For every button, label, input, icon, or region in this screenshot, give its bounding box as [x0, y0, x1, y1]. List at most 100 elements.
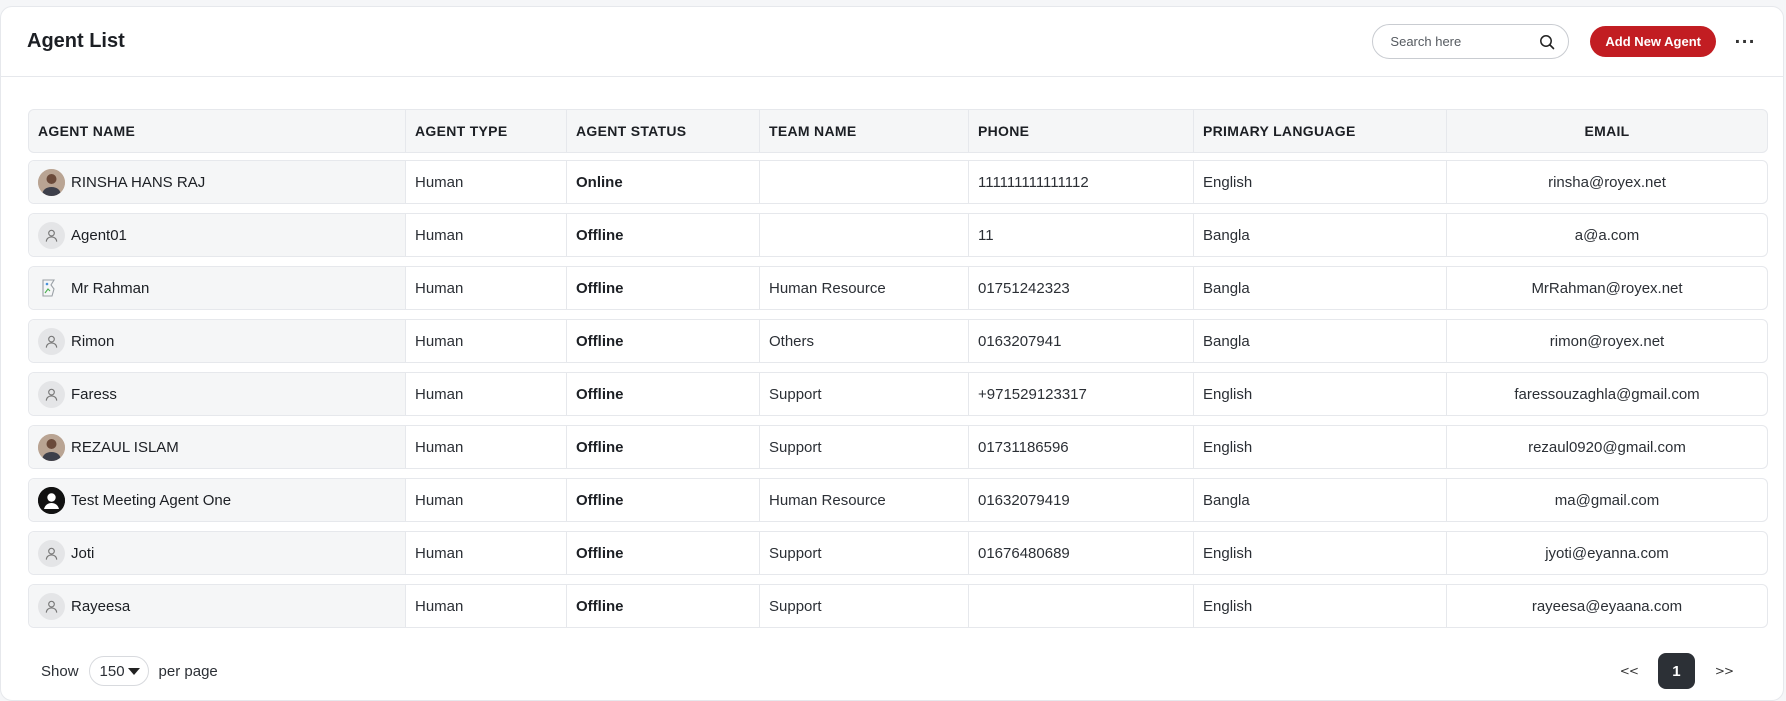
phone-cell: 111111111111112	[968, 161, 1193, 203]
agent-name-cell: REZAUL ISLAM	[29, 426, 405, 468]
agent-type-cell: Human	[405, 320, 566, 362]
avatar	[38, 275, 65, 302]
agent-name-cell: RINSHA HANS RAJ	[29, 161, 405, 203]
table-row[interactable]: Agent01 Human Offline 11 Bangla a@a.com	[28, 213, 1768, 257]
team-name-cell: Others	[759, 320, 968, 362]
agent-name-cell: Mr Rahman	[29, 267, 405, 309]
column-header-agent-name[interactable]: AGENT NAME	[29, 110, 405, 152]
primary-language-cell: Bangla	[1193, 320, 1446, 362]
agent-name[interactable]: Test Meeting Agent One	[71, 492, 231, 509]
agent-status-cell: Offline	[566, 426, 759, 468]
agent-name-cell: Rayeesa	[29, 585, 405, 627]
email-cell: rayeesa@eyaana.com	[1446, 585, 1767, 627]
phone-cell: 01731186596	[968, 426, 1193, 468]
primary-language-cell: English	[1193, 161, 1446, 203]
agent-status-cell: Offline	[566, 479, 759, 521]
team-name-cell: Support	[759, 585, 968, 627]
page-header: Agent List Add New Agent ···	[1, 7, 1783, 77]
agent-type-cell: Human	[405, 161, 566, 203]
agent-type-cell: Human	[405, 426, 566, 468]
agent-type-cell: Human	[405, 479, 566, 521]
per-page-label: per page	[158, 662, 218, 680]
primary-language-cell: English	[1193, 426, 1446, 468]
primary-language-cell: English	[1193, 532, 1446, 574]
agent-name[interactable]: Joti	[71, 545, 94, 562]
team-name-cell: Support	[759, 532, 968, 574]
phone-cell: +971529123317	[968, 373, 1193, 415]
team-name-cell: Human Resource	[759, 267, 968, 309]
avatar	[38, 380, 65, 408]
phone-cell	[968, 585, 1193, 627]
agent-name-cell: Faress	[29, 373, 405, 415]
column-header-phone[interactable]: PHONE	[968, 110, 1193, 152]
agent-type-cell: Human	[405, 532, 566, 574]
agent-type-cell: Human	[405, 267, 566, 309]
search-box[interactable]	[1372, 24, 1570, 59]
agent-name[interactable]: Agent01	[71, 227, 127, 244]
add-new-agent-button[interactable]: Add New Agent	[1590, 26, 1716, 57]
table-row[interactable]: REZAUL ISLAM Human Offline Support 017311865…	[28, 425, 1768, 469]
team-name-cell	[759, 161, 968, 203]
table-row[interactable]: Faress Human Offline Support +971529123317 En…	[28, 372, 1768, 416]
agent-name[interactable]: Faress	[71, 386, 117, 403]
agent-name[interactable]: REZAUL ISLAM	[71, 439, 179, 456]
agent-list-card: Agent List Add New Agent ··· AGENT NAME …	[0, 6, 1784, 701]
agent-name[interactable]: Rimon	[71, 333, 114, 350]
avatar	[38, 539, 65, 567]
pagination: << 1 >>	[1610, 653, 1743, 689]
column-header-primary-language[interactable]: PRIMARY LANGUAGE	[1193, 110, 1446, 152]
search-input[interactable]	[1390, 34, 1539, 49]
table-header-row: AGENT NAME AGENT TYPE AGENT STATUS TEAM …	[28, 109, 1768, 153]
primary-language-cell: Bangla	[1193, 214, 1446, 256]
agent-name-cell: Joti	[29, 532, 405, 574]
table-row[interactable]: Rimon Human Offline Others 0163207941 Bangla r…	[28, 319, 1768, 363]
phone-cell: 01632079419	[968, 479, 1193, 521]
per-page-select[interactable]: 150	[88, 656, 149, 686]
column-header-team-name[interactable]: TEAM NAME	[759, 110, 968, 152]
per-page-value: 150	[99, 662, 125, 680]
team-name-cell: Support	[759, 373, 968, 415]
email-cell: rimon@royex.net	[1446, 320, 1767, 362]
primary-language-cell: English	[1193, 373, 1446, 415]
agent-status-cell: Online	[566, 161, 759, 203]
agent-name[interactable]: Rayeesa	[71, 598, 130, 615]
agent-name[interactable]: Mr Rahman	[71, 280, 149, 297]
avatar	[38, 221, 65, 249]
next-page-button[interactable]: >>	[1705, 664, 1743, 678]
avatar	[38, 168, 65, 196]
table-row[interactable]: Rayeesa Human Offline Support English rayeesa…	[28, 584, 1768, 628]
email-cell: faressouzaghla@gmail.com	[1446, 373, 1767, 415]
email-cell: a@a.com	[1446, 214, 1767, 256]
team-name-cell: Human Resource	[759, 479, 968, 521]
phone-cell: 01676480689	[968, 532, 1193, 574]
page-title: Agent List	[27, 30, 125, 52]
table-row[interactable]: Test Meeting Agent One Human Offline Human …	[28, 478, 1768, 522]
page-1-button[interactable]: 1	[1657, 653, 1695, 689]
column-header-email[interactable]: EMAIL	[1446, 110, 1767, 152]
table-row[interactable]: RINSHA HANS RAJ Human Online 11111111111111…	[28, 160, 1768, 204]
agent-name[interactable]: RINSHA HANS RAJ	[71, 174, 205, 191]
header-actions: Add New Agent ···	[1372, 24, 1757, 59]
table-footer: Show 150 per page << 1 >>	[1, 641, 1783, 700]
agent-name-cell: Rimon	[29, 320, 405, 362]
agent-status-cell: Offline	[566, 320, 759, 362]
agent-type-cell: Human	[405, 214, 566, 256]
column-header-agent-status[interactable]: AGENT STATUS	[566, 110, 759, 152]
email-cell: rezaul0920@gmail.com	[1446, 426, 1767, 468]
primary-language-cell: Bangla	[1193, 479, 1446, 521]
search-icon[interactable]	[1538, 33, 1556, 51]
agent-type-cell: Human	[405, 373, 566, 415]
team-name-cell	[759, 214, 968, 256]
caret-down-icon	[127, 667, 140, 675]
primary-language-cell: English	[1193, 585, 1446, 627]
column-header-agent-type[interactable]: AGENT TYPE	[405, 110, 566, 152]
table-row[interactable]: Joti Human Offline Support 01676480689 Englis…	[28, 531, 1768, 575]
prev-page-button[interactable]: <<	[1610, 664, 1648, 678]
email-cell: jyoti@eyanna.com	[1446, 532, 1767, 574]
agent-table: AGENT NAME AGENT TYPE AGENT STATUS TEAM …	[28, 109, 1768, 637]
more-options-button[interactable]: ···	[1733, 30, 1757, 54]
agent-status-cell: Offline	[566, 532, 759, 574]
table-row[interactable]: Mr Rahman Human Offline Human Resource 01751…	[28, 266, 1768, 310]
agent-type-cell: Human	[405, 585, 566, 627]
agent-status-cell: Offline	[566, 373, 759, 415]
